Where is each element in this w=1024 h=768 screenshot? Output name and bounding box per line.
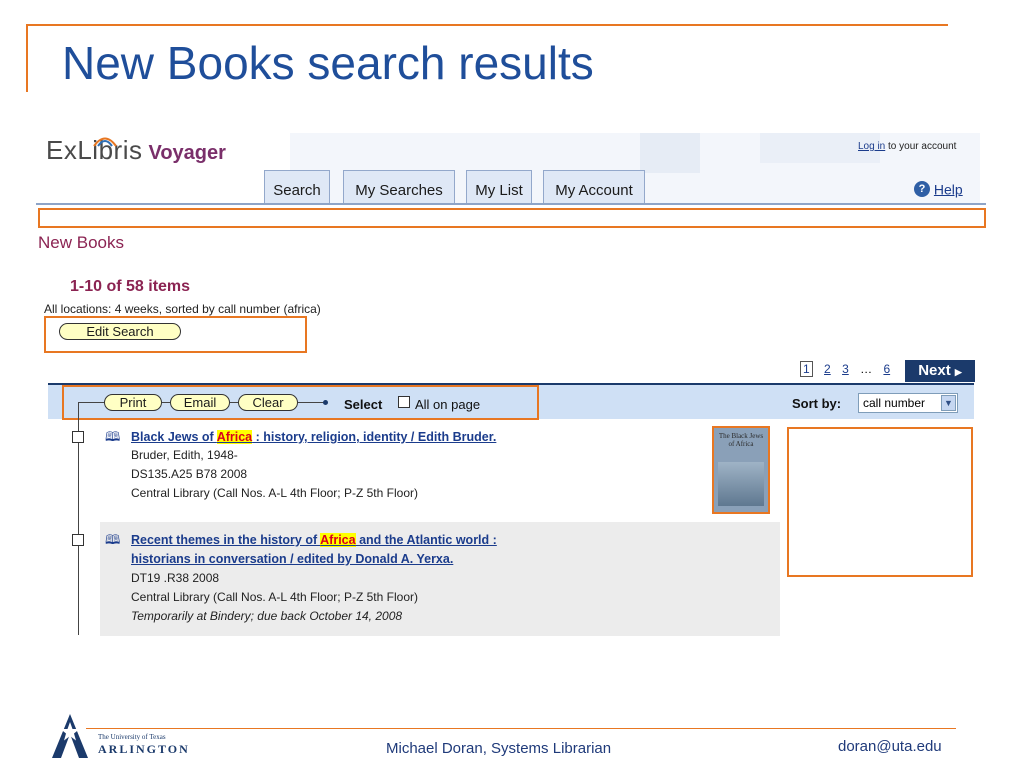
title-text: : history, religion, identity / Edith Br… <box>252 430 497 444</box>
login-prompt: Log in to your account <box>858 141 956 152</box>
result-location: Central Library (Call Nos. A-L 4th Floor… <box>131 486 418 500</box>
logo-university-line: The University of Texas <box>98 733 166 741</box>
result-location: Central Library (Call Nos. A-L 4th Floor… <box>131 590 418 604</box>
slide-left-rule <box>26 24 28 92</box>
chevron-down-icon[interactable]: ▼ <box>941 395 956 411</box>
search-term-highlight: Africa <box>320 533 356 547</box>
next-page-button[interactable]: Next ▶ <box>905 360 975 382</box>
book-cover-thumbnail[interactable]: The Black Jews of Africa <box>712 426 770 514</box>
next-label: Next <box>918 362 951 379</box>
logo-voyager-text: Voyager <box>148 142 226 164</box>
page-link[interactable]: 3 <box>842 362 849 376</box>
sort-by-label: Sort by: <box>792 396 842 411</box>
cover-image <box>718 462 764 506</box>
highlight-box-toolbar <box>62 385 539 420</box>
page-link[interactable]: 2 <box>824 362 831 376</box>
result-call-number: DT19 .R38 2008 <box>131 571 220 585</box>
exlibris-voyager-logo: ExLibris Voyager <box>46 135 226 166</box>
result-title-link[interactable]: Black Jews of Africa : history, religion… <box>131 430 496 444</box>
footer-rule <box>86 728 956 729</box>
result-checkbox[interactable] <box>72 431 84 443</box>
highlight-box-empty <box>787 427 973 577</box>
tab-search[interactable]: Search <box>264 170 330 204</box>
tab-underline <box>36 203 986 205</box>
footer-presenter: Michael Doran, Systems Librarian <box>386 740 612 757</box>
slide-top-rule <box>26 24 948 26</box>
logo-arlington-line: ARLINGTON <box>98 742 190 756</box>
edit-search-button[interactable]: Edit Search <box>59 323 181 340</box>
tab-my-list[interactable]: My List <box>466 170 532 204</box>
title-text: and the Atlantic world : <box>355 533 497 547</box>
help-link[interactable]: Help <box>934 181 963 197</box>
title-text: Black Jews of <box>131 430 217 444</box>
result-title-link-line2[interactable]: historians in conversation / edited by D… <box>131 552 453 566</box>
result-status: Temporarily at Bindery; due back October… <box>131 607 418 626</box>
pagination: 1 2 3 … 6 <box>800 361 898 377</box>
book-icon: 🕮 <box>105 532 121 547</box>
result-author: Bruder, Edith, 1948- <box>131 448 238 462</box>
result-title-link[interactable]: Recent themes in the history of Africa a… <box>131 533 497 547</box>
tab-my-searches[interactable]: My Searches <box>343 170 455 204</box>
login-text: to your account <box>888 141 957 152</box>
result-call-number: DS135.A25 B78 2008 <box>131 467 248 481</box>
search-term-highlight: Africa <box>216 430 253 444</box>
help-area: ? Help <box>914 180 963 198</box>
search-description: All locations: 4 weeks, sorted by call n… <box>44 302 321 316</box>
result-details: Bruder, Edith, 1948- DS135.A25 B78 2008 … <box>131 446 418 503</box>
result-count: 1-10 of 58 items <box>70 278 191 295</box>
page-heading: New Books <box>38 233 124 252</box>
cover-title: The Black Jews of Africa <box>718 432 764 448</box>
page-link-last[interactable]: 6 <box>883 362 890 376</box>
header-decoration <box>640 133 700 173</box>
highlight-box-nav-bar <box>38 208 986 228</box>
tab-my-account[interactable]: My Account <box>543 170 645 204</box>
title-text: Recent themes in the history of <box>131 533 321 547</box>
book-icon: 🕮 <box>105 429 121 444</box>
next-arrow-icon: ▶ <box>954 367 962 377</box>
result-details: DT19 .R38 2008 Central Library (Call Nos… <box>131 569 418 626</box>
status-text: Temporarily at Bindery; due back October… <box>131 609 403 623</box>
help-icon[interactable]: ? <box>914 181 930 198</box>
footer-email: doran@uta.edu <box>838 738 942 755</box>
result-checkbox[interactable] <box>72 534 84 546</box>
uta-star-logo <box>52 714 88 758</box>
logo-arc-icon <box>93 137 117 147</box>
page-ellipsis: … <box>860 362 873 376</box>
page-current: 1 <box>800 361 813 377</box>
slide-title: New Books search results <box>62 37 594 89</box>
login-link[interactable]: Log in <box>858 141 885 152</box>
